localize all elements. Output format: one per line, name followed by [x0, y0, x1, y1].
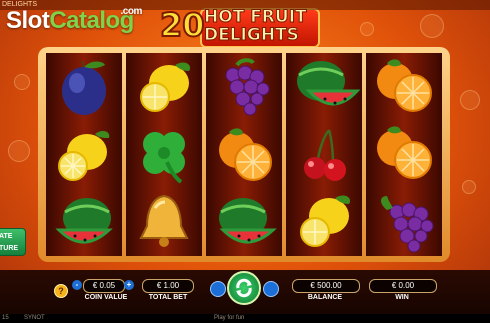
- coin-value-display: € 0.05: [83, 279, 125, 293]
- logo-line1: HOT FRUIT: [204, 7, 308, 27]
- slotcatalog-watermark: SlotCatalog .com: [6, 6, 142, 35]
- orange-icon: [377, 126, 432, 180]
- watermelon-icon: [55, 198, 113, 244]
- cherries-icon: [304, 129, 346, 182]
- watermark-suffix: .com: [120, 6, 143, 17]
- orange-icon: [219, 128, 272, 182]
- side-button-line2: TURE: [0, 245, 19, 252]
- info-icon[interactable]: ?: [54, 284, 68, 298]
- clover-icon: [143, 132, 185, 185]
- bubble-decoration: [462, 180, 476, 194]
- bubble-decoration: [14, 74, 30, 90]
- grapes-icon: [225, 58, 270, 116]
- spin-button[interactable]: [227, 271, 261, 305]
- reel-3: [206, 53, 282, 256]
- bell-icon: [139, 195, 189, 248]
- grapes-icon: [381, 196, 434, 253]
- bubble-decoration: [360, 22, 374, 36]
- logo-number: 20: [159, 5, 206, 45]
- footer-bar: 15 SYNOT Play for fun: [0, 314, 490, 323]
- orange-icon: [377, 59, 432, 112]
- win-label: WIN: [395, 294, 409, 301]
- bubble-decoration: [8, 140, 30, 162]
- reel-4: [286, 53, 362, 256]
- bubble-decoration: [460, 90, 480, 110]
- balance-label: BALANCE: [307, 294, 343, 301]
- spin-arrows-icon: [236, 278, 252, 298]
- watermark-part1: Slot: [6, 7, 50, 34]
- logo-line2: DELIGHTS: [204, 25, 300, 45]
- side-button-line1: ATE: [0, 233, 13, 240]
- balance-display: € 500.00: [292, 279, 360, 293]
- footer-play-mode: Play for fun: [214, 315, 245, 321]
- side-feature-button[interactable]: ATE TURE: [0, 228, 26, 256]
- reel-2: [126, 53, 202, 256]
- total-bet-label: TOTAL BET: [148, 294, 188, 301]
- turbo-button[interactable]: [263, 281, 279, 297]
- total-bet-display: € 1.00: [142, 279, 194, 293]
- win-display: € 0.00: [369, 279, 437, 293]
- coin-value-plus-button[interactable]: +: [124, 280, 134, 290]
- reel-1: [46, 53, 122, 256]
- watermelon-icon: [219, 198, 277, 244]
- coin-value-minus-button[interactable]: -: [72, 280, 82, 290]
- plum-icon: [62, 60, 106, 115]
- footer-brand: SYNOT: [24, 315, 45, 321]
- footer-left: 15: [2, 315, 9, 321]
- game-logo: 20 HOT FRUIT DELIGHTS: [159, 5, 320, 48]
- bubble-decoration: [420, 14, 444, 38]
- watermelon-icon: [297, 60, 361, 106]
- lemon-icon: [58, 131, 110, 182]
- autoplay-button[interactable]: [210, 281, 226, 297]
- coin-value-label: COIN VALUE: [84, 294, 128, 301]
- reel-5: [366, 53, 442, 256]
- lemon-icon: [140, 62, 191, 112]
- reels-area: [46, 53, 442, 256]
- lemon-icon: [300, 195, 351, 248]
